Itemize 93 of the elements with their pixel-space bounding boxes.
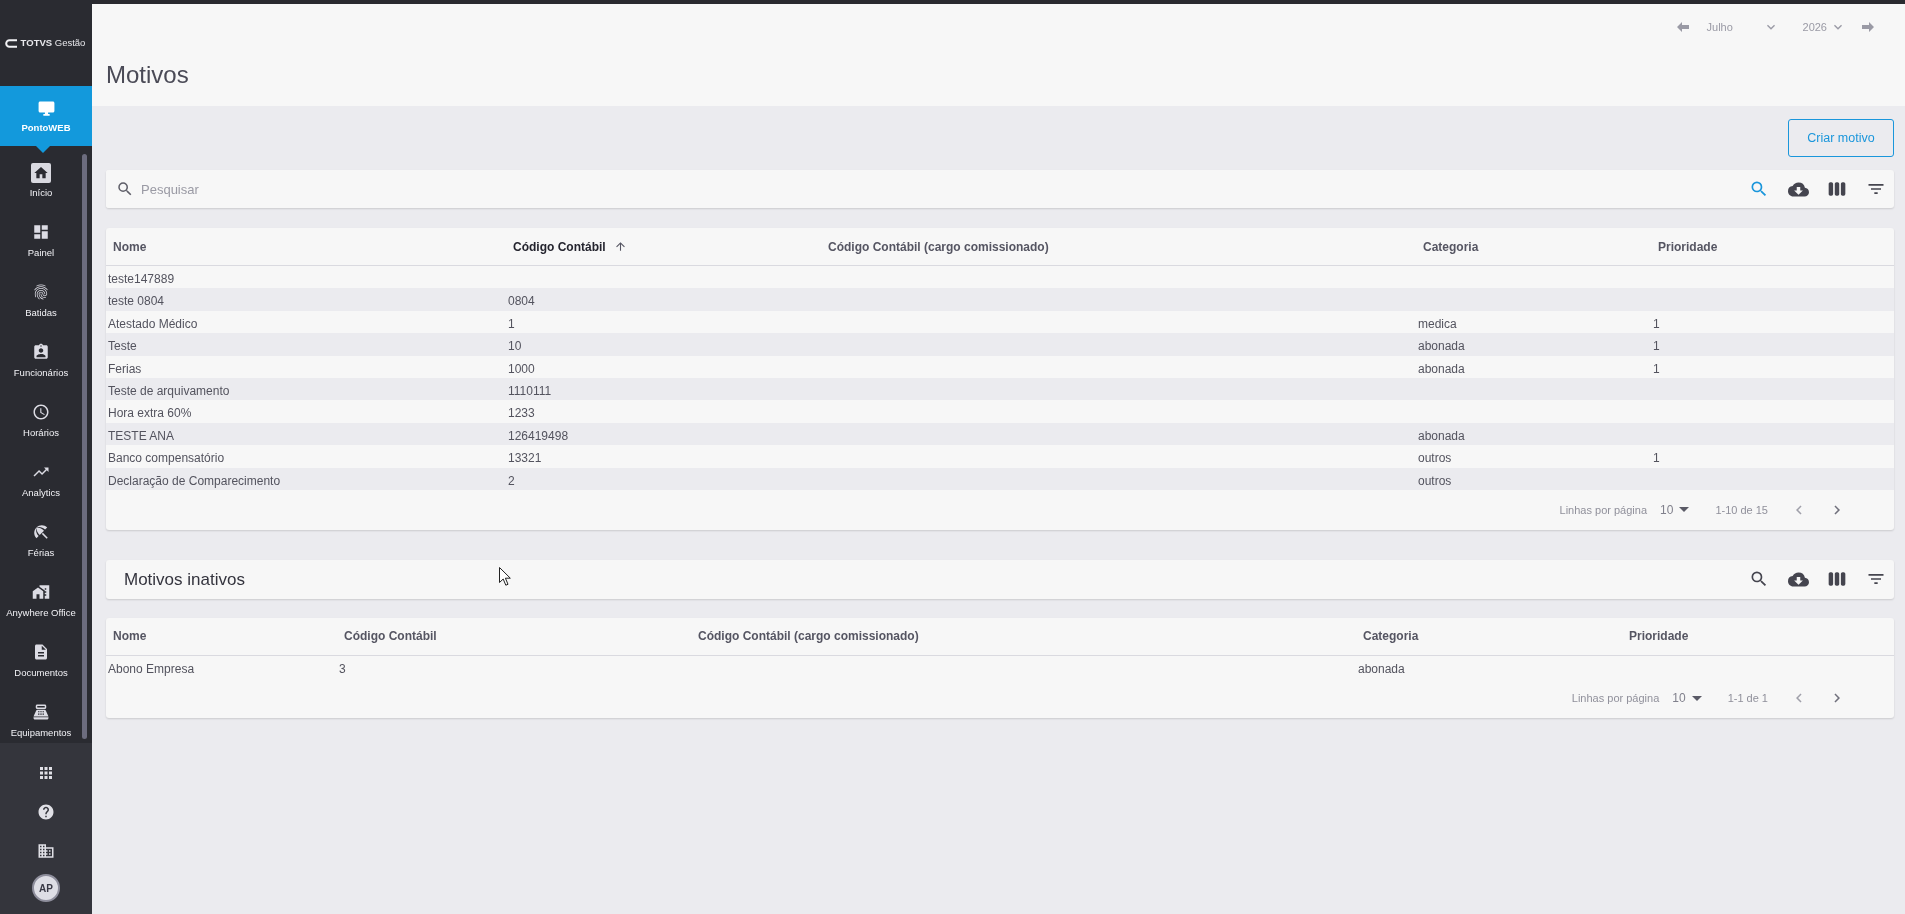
page-range: 1-10 de 15 — [1715, 502, 1768, 518]
monitor-icon — [36, 98, 56, 118]
sort-arrow-icon — [613, 240, 627, 253]
table-cell: Declaração de Comparecimento — [108, 473, 281, 488]
table-cell: Atestado Médico — [108, 316, 198, 331]
sidebar-item[interactable]: Anywhere Office — [6, 583, 76, 619]
column-header[interactable]: Prioridade — [1629, 627, 1689, 646]
rows-per-page-select[interactable]: 10 — [1672, 689, 1702, 708]
house-building-icon — [32, 583, 50, 601]
umbrella-icon — [32, 523, 50, 541]
sidebar-item[interactable]: Painel — [27, 223, 55, 259]
column-header[interactable]: Prioridade — [1658, 237, 1718, 256]
table-cell: abonada — [1418, 428, 1465, 443]
table-cell: 1 — [1653, 361, 1660, 376]
dashboard-icon — [32, 223, 50, 241]
mouse-pointer-icon — [499, 567, 511, 586]
table-cell: 1 — [1653, 451, 1660, 466]
table-cell: Banco compensatório — [108, 451, 225, 466]
apps-button[interactable] — [37, 764, 55, 782]
table-cell: Hora extra 60% — [108, 406, 192, 421]
logo-text: TOTVS Gestão — [20, 35, 86, 50]
table-cell: 1000 — [508, 361, 535, 376]
sidebar-item[interactable]: Férias — [27, 523, 55, 559]
help-icon — [37, 803, 55, 821]
table-cell: abonada — [1358, 661, 1405, 676]
arrow-left-icon — [1676, 22, 1689, 32]
table-cell: teste147889 — [108, 272, 175, 286]
column-header[interactable]: Código Contábil — [513, 237, 627, 256]
table-cell: 1 — [1653, 339, 1660, 354]
search-input[interactable]: Pesquisar — [141, 176, 1747, 202]
rows-per-page-label: Linhas por página — [1559, 502, 1648, 518]
columns-icon — [1827, 179, 1847, 199]
id-badge-icon — [32, 343, 50, 361]
table-cell: 1233 — [508, 406, 535, 421]
sidebar-item[interactable]: Documentos — [14, 643, 68, 679]
table-cell: 1 — [1653, 316, 1660, 331]
sidebar-item[interactable]: Horários — [23, 403, 59, 439]
table-cell: medica — [1418, 316, 1457, 331]
column-header[interactable]: Nome — [113, 237, 147, 256]
document-icon — [32, 643, 50, 661]
building-icon — [37, 842, 55, 860]
help-button[interactable] — [37, 803, 55, 821]
section-title: Motivos inativos — [124, 568, 245, 591]
arrow-right-icon — [1862, 22, 1874, 32]
avatar[interactable]: AP — [32, 874, 60, 902]
search-icon — [1749, 179, 1769, 199]
column-header[interactable]: Categoria — [1423, 237, 1479, 256]
sidebar-item[interactable]: Equipamentos — [10, 703, 72, 739]
cash-register-icon — [32, 703, 50, 721]
column-header[interactable]: Código Contábil (cargo comissionado) — [828, 237, 1049, 256]
column-header[interactable]: Código Contábil (cargo comissionado) — [698, 627, 919, 646]
home-icon — [31, 163, 51, 183]
table-cell: 1110111 — [508, 383, 552, 398]
logo-icon — [4, 38, 18, 48]
fingerprint-icon — [32, 283, 50, 301]
next-month-button[interactable] — [1862, 22, 1874, 32]
pointer-triangle-icon — [36, 146, 50, 153]
table-cell: outros — [1418, 473, 1452, 488]
table-cell: abonada — [1418, 339, 1465, 354]
sidebar-item[interactable]: Analytics — [22, 463, 60, 499]
table-cell: Ferias — [108, 361, 142, 376]
page-range: 1-1 de 1 — [1727, 691, 1768, 707]
table-cell: Teste de arquivamento — [108, 383, 230, 398]
table-cell: Abono Empresa — [108, 661, 195, 676]
search-field[interactable]: Pesquisar — [106, 170, 1747, 208]
table-cell: abonada — [1418, 361, 1465, 376]
rows-per-page-select[interactable]: 10 — [1660, 500, 1690, 519]
clock-icon — [32, 403, 50, 421]
column-header[interactable]: Categoria — [1363, 627, 1419, 646]
table-cell: 0804 — [508, 294, 535, 309]
column-header[interactable]: Código Contábil — [344, 627, 437, 646]
table-cell: TESTE ANA — [108, 428, 175, 443]
rows-per-page-label: Linhas por página — [1571, 691, 1660, 707]
column-header[interactable]: Nome — [113, 627, 147, 646]
sidebar-item[interactable]: Funcionários — [13, 343, 69, 379]
table-cell: 3 — [339, 661, 346, 676]
table-cell: teste 0804 — [108, 294, 165, 309]
previous-month-button[interactable] — [1676, 22, 1689, 32]
caret-icon — [1679, 507, 1690, 513]
table-cell: outros — [1418, 451, 1452, 466]
table-cell: 1 — [508, 316, 515, 331]
table-cell: Teste — [108, 339, 137, 354]
search-icon — [116, 180, 134, 198]
table-cell: 10 — [508, 339, 522, 354]
page-title: Motivos — [106, 60, 189, 90]
apps-grid-icon — [37, 764, 55, 782]
sidebar-item[interactable]: Batidas — [25, 283, 57, 319]
sidebar-item[interactable]: Início — [29, 163, 53, 199]
table-cell: 2 — [508, 473, 515, 488]
caret-icon — [1691, 695, 1702, 701]
table-cell: 13321 — [508, 451, 542, 466]
table-cell: 126419498 — [508, 428, 569, 443]
company-button[interactable] — [37, 842, 55, 860]
